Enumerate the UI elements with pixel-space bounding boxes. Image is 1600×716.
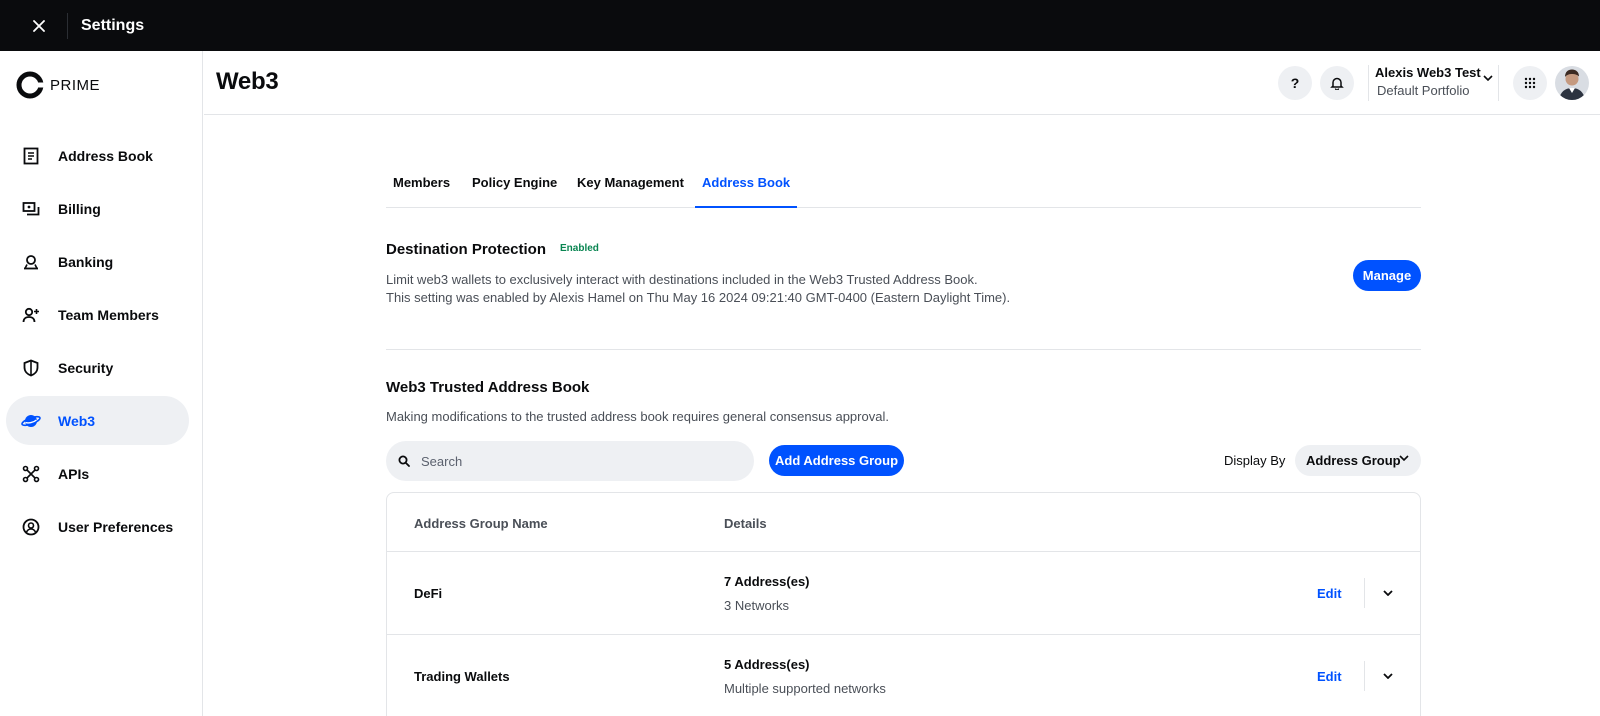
network-info: Multiple supported networks [724, 681, 886, 696]
api-icon [21, 464, 41, 484]
shield-icon [21, 358, 41, 378]
row-divider [1364, 578, 1365, 608]
brand[interactable]: PRIME [16, 71, 100, 99]
team-members-icon [21, 305, 41, 325]
grid-icon [1524, 77, 1536, 89]
trusted-address-book-description: Making modifications to the trusted addr… [386, 409, 889, 424]
user-circle-icon [21, 517, 41, 537]
top-bar: Settings [0, 0, 1600, 51]
network-info: 3 Networks [724, 598, 790, 613]
billing-icon [21, 199, 41, 219]
trusted-address-book-title: Web3 Trusted Address Book [386, 379, 590, 396]
brand-name: PRIME [50, 76, 101, 94]
sidebar-item-team-members[interactable]: Team Members [6, 290, 189, 339]
sidebar-item-apis[interactable]: APIs [6, 449, 189, 498]
sidebar: PRIME Address Book Billing Banking Team … [0, 51, 203, 716]
display-by-label: Display By [1224, 453, 1286, 468]
description-line: This setting was enabled by Alexis Hamel… [386, 290, 1011, 305]
address-book-icon [21, 146, 41, 166]
sidebar-item-billing[interactable]: Billing [6, 184, 189, 233]
page-header: Web3 ? Alexis Web3 Test Default Portfoli… [204, 51, 1600, 115]
tab-members[interactable]: Members [386, 163, 457, 208]
account-switcher[interactable]: Alexis Web3 Test Default Portfolio [1375, 65, 1499, 98]
address-count: 7 Address(es) [724, 574, 810, 589]
sidebar-item-user-preferences[interactable]: User Preferences [6, 502, 189, 551]
manage-button[interactable]: Manage [1353, 260, 1421, 291]
expand-row-button[interactable] [1377, 582, 1399, 604]
tab-policy-engine[interactable]: Policy Engine [465, 163, 564, 208]
banking-icon [21, 252, 41, 272]
address-group-table: Address Group Name Details DeFi 7 Addres… [386, 492, 1421, 716]
tab-address-book[interactable]: Address Book [695, 163, 798, 208]
group-name: DeFi [414, 586, 443, 601]
avatar[interactable] [1555, 66, 1589, 100]
column-header-name: Address Group Name [414, 516, 548, 531]
display-by-value: Address Group [1306, 453, 1401, 468]
sidebar-item-label: User Preferences [58, 518, 174, 535]
status-badge: Enabled [560, 243, 599, 254]
table-row: DeFi 7 Address(es) 3 Networks Edit [387, 552, 1420, 635]
column-header-details: Details [724, 516, 767, 531]
sidebar-item-web3[interactable]: Web3 [6, 396, 189, 445]
page-title: Web3 [216, 68, 279, 95]
sidebar-item-label: APIs [58, 465, 90, 482]
sidebar-item-label: Security [58, 359, 114, 376]
sidebar-item-label: Banking [58, 253, 114, 270]
description-line: Limit web3 wallets to exclusively intera… [386, 272, 978, 287]
app-switcher-button[interactable] [1513, 66, 1547, 100]
close-icon[interactable] [28, 15, 50, 37]
expand-row-button[interactable] [1377, 665, 1399, 687]
help-icon: ? [1290, 75, 1300, 91]
header-divider [1498, 65, 1499, 101]
sidebar-item-label: Billing [58, 200, 101, 217]
header-divider [1368, 65, 1369, 101]
table-row: Trading Wallets 5 Address(es) Multiple s… [387, 635, 1420, 716]
account-name: Alexis Web3 Test [1375, 65, 1481, 80]
bell-icon [1330, 77, 1344, 90]
edit-link[interactable]: Edit [1317, 669, 1342, 684]
search-placeholder: Search [421, 453, 463, 469]
sidebar-item-label: Address Book [58, 147, 153, 164]
search-input[interactable]: Search [386, 441, 754, 481]
group-name: Trading Wallets [414, 669, 510, 684]
notifications-button[interactable] [1320, 66, 1354, 100]
chevron-down-icon [1383, 590, 1393, 596]
chevron-down-icon [1483, 75, 1493, 81]
address-count: 5 Address(es) [724, 657, 810, 672]
settings-title: Settings [81, 16, 145, 34]
sidebar-item-banking[interactable]: Banking [6, 237, 189, 286]
sidebar-item-address-book[interactable]: Address Book [6, 131, 189, 180]
search-icon [398, 455, 410, 467]
planet-icon [21, 411, 41, 431]
table-header: Address Group Name Details [387, 493, 1420, 552]
sidebar-item-label: Web3 [58, 412, 96, 429]
edit-link[interactable]: Edit [1317, 586, 1342, 601]
destination-protection-description: Limit web3 wallets to exclusively intera… [386, 271, 1010, 307]
chevron-down-icon [1399, 455, 1409, 461]
sidebar-item-label: Team Members [58, 306, 159, 323]
coinbase-logo-icon [16, 71, 44, 99]
display-by-select[interactable]: Address Group [1295, 445, 1421, 476]
row-divider [1364, 661, 1365, 691]
add-address-group-button[interactable]: Add Address Group [769, 445, 904, 476]
top-bar-divider [67, 12, 68, 39]
chevron-down-icon [1383, 673, 1393, 679]
settings-tabs: Members Policy Engine Key Management Add… [386, 163, 1421, 208]
help-button[interactable]: ? [1278, 66, 1312, 100]
portfolio-name: Default Portfolio [1377, 83, 1470, 98]
sidebar-item-security[interactable]: Security [6, 343, 189, 392]
section-divider [386, 349, 1421, 350]
sidebar-nav: Address Book Billing Banking Team Member… [6, 131, 189, 555]
destination-protection-title: Destination Protection [386, 241, 547, 258]
tab-key-management[interactable]: Key Management [570, 163, 691, 208]
